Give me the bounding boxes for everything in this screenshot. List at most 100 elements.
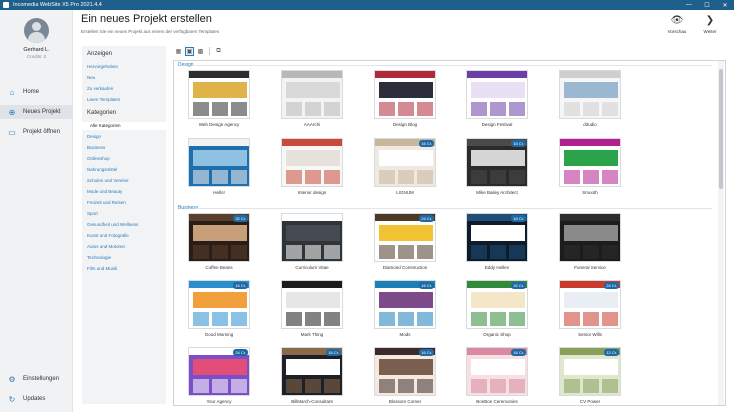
- template-tile[interactable]: Web Design Agency: [188, 70, 250, 127]
- template-thumbnail[interactable]: 16 Cr.: [466, 347, 528, 396]
- template-tile[interactable]: Mark Thing: [281, 280, 343, 337]
- template-tile[interactable]: 16 Cr. LIGNUM: [374, 138, 436, 195]
- category-item[interactable]: Mode und Beauty: [87, 189, 122, 194]
- category-item[interactable]: Sport: [87, 211, 98, 216]
- display-item[interactable]: Hervorgehoben: [87, 64, 118, 69]
- category-item[interactable]: Schulen und Vereine: [87, 178, 129, 183]
- template-tile[interactable]: Smooth: [559, 138, 621, 195]
- template-thumbnail[interactable]: [188, 70, 250, 119]
- template-tile[interactable]: 12 Cr. CV Power: [559, 347, 621, 404]
- gallery-scrollbar[interactable]: [718, 61, 724, 405]
- template-tile[interactable]: Funeral Service: [559, 213, 621, 270]
- template-tile[interactable]: 32 Cr. Coffee Beans: [188, 213, 250, 270]
- category-item[interactable]: Onlineshop: [87, 156, 110, 161]
- thumbnail-block: [490, 102, 506, 116]
- template-name: Funeral Service: [574, 265, 606, 270]
- template-name: BillMarch-Consultant: [291, 399, 333, 404]
- copy-template-icon[interactable]: ⧉: [214, 47, 223, 56]
- template-name: Mark Thing: [300, 332, 324, 337]
- template-thumbnail[interactable]: 16 Cr.: [281, 347, 343, 396]
- template-thumbnail[interactable]: 24 Cr.: [374, 213, 436, 262]
- thumbnail-hero: [471, 82, 525, 98]
- template-tile[interactable]: 16 Cr. BillMarch-Consultant: [281, 347, 343, 404]
- template-tile[interactable]: 16 Cr. Mike Bailey Architect: [466, 138, 528, 195]
- template-tile[interactable]: Curriculum Vitae: [281, 213, 343, 270]
- template-thumbnail[interactable]: 24 Cr.: [188, 347, 250, 396]
- thumbnail-block: [231, 170, 247, 184]
- template-tile[interactable]: 16 Cr. Blossom Corner: [374, 347, 436, 404]
- template-tile[interactable]: 24 Cr. Senior Wills: [559, 280, 621, 337]
- avatar[interactable]: [24, 18, 49, 43]
- next-button[interactable]: ❯ Weiter: [698, 15, 722, 34]
- category-item[interactable]: Freizeit und Reisen: [87, 200, 126, 205]
- template-thumbnail[interactable]: 32 Cr.: [466, 280, 528, 329]
- template-thumbnail[interactable]: 24 Cr.: [559, 280, 621, 329]
- template-thumbnail[interactable]: 16 Cr.: [188, 280, 250, 329]
- close-button[interactable]: ✕: [716, 0, 734, 10]
- nav-open-project[interactable]: ▭ Projekt öffnen: [0, 125, 73, 139]
- category-item-all[interactable]: Alle Kategorien: [82, 122, 166, 130]
- thumbnail-block: [379, 245, 395, 259]
- category-item[interactable]: Autos und Motoren: [87, 244, 125, 249]
- template-thumbnail[interactable]: [281, 213, 343, 262]
- nav-home[interactable]: ⌂ Home: [0, 85, 73, 99]
- medium-thumbnails-icon[interactable]: ▣: [185, 46, 194, 56]
- maximize-button[interactable]: ☐: [698, 0, 716, 10]
- nav-new-project[interactable]: ⊕ Neues Projekt: [0, 105, 73, 119]
- minimize-button[interactable]: —: [680, 0, 698, 10]
- display-item[interactable]: Neu: [87, 75, 95, 80]
- template-thumbnail[interactable]: [559, 70, 621, 119]
- template-tile[interactable]: 16 Cr. BonBon Ceremonies: [466, 347, 528, 404]
- thumbnail-hero: [471, 225, 525, 241]
- category-item[interactable]: Nahrungsmittel: [87, 167, 117, 172]
- template-tile[interactable]: Interior design: [281, 138, 343, 195]
- thumbnail-block: [583, 379, 599, 393]
- thumbnail-block: [324, 102, 340, 116]
- template-thumbnail[interactable]: 16 Cr.: [466, 213, 528, 262]
- display-item[interactable]: Leere Templates: [87, 97, 120, 102]
- small-thumbnails-icon[interactable]: ▦: [174, 47, 183, 56]
- large-thumbnails-icon[interactable]: ▩: [196, 47, 205, 56]
- category-item[interactable]: Gesundheit und Wellness: [87, 222, 138, 227]
- thumbnail-block: [564, 379, 580, 393]
- template-thumbnail[interactable]: [559, 138, 621, 187]
- nav-updates[interactable]: ↻ Updates: [0, 392, 73, 406]
- template-tile[interactable]: 24 Cr. Diamond Construction: [374, 213, 436, 270]
- category-item[interactable]: Design: [87, 134, 101, 139]
- template-thumbnail[interactable]: [466, 70, 528, 119]
- template-thumbnail[interactable]: 32 Cr.: [188, 213, 250, 262]
- template-tile[interactable]: 24 Cr. Your Agency: [188, 347, 250, 404]
- template-tile[interactable]: AAArchi: [281, 70, 343, 127]
- template-thumbnail[interactable]: 16 Cr.: [374, 138, 436, 187]
- template-thumbnail[interactable]: [188, 138, 250, 187]
- template-thumbnail[interactable]: 16 Cr.: [374, 280, 436, 329]
- template-thumbnail[interactable]: [281, 280, 343, 329]
- template-name: AAArchi: [303, 122, 321, 127]
- category-item[interactable]: Business: [87, 145, 105, 150]
- display-item[interactable]: Zu verkaufen: [87, 86, 113, 91]
- template-thumbnail[interactable]: [374, 70, 436, 119]
- template-thumbnail[interactable]: [281, 70, 343, 119]
- preview-button[interactable]: 👁 Vorschau: [665, 15, 689, 34]
- category-item[interactable]: Film und Musik: [87, 266, 117, 271]
- template-tile[interactable]: Hello!: [188, 138, 250, 195]
- nav-settings[interactable]: ⚙ Einstellungen: [0, 372, 73, 386]
- category-item[interactable]: Technologie: [87, 255, 111, 260]
- template-thumbnail[interactable]: [281, 138, 343, 187]
- template-thumbnail[interactable]: 16 Cr.: [374, 347, 436, 396]
- thumbnail-block: [417, 312, 433, 326]
- template-tile[interactable]: 16 Cr. Eddy Hellen: [466, 213, 528, 270]
- category-item[interactable]: Kunst und Fotografie: [87, 233, 129, 238]
- template-thumbnail[interactable]: 12 Cr.: [559, 347, 621, 396]
- template-tile[interactable]: 32 Cr. Organic Shop: [466, 280, 528, 337]
- template-tile[interactable]: d3udio: [559, 70, 621, 127]
- template-tile[interactable]: Design Festival: [466, 70, 528, 127]
- template-thumbnail[interactable]: 16 Cr.: [466, 138, 528, 187]
- template-tile[interactable]: 16 Cr. Mods: [374, 280, 436, 337]
- template-tile[interactable]: 16 Cr. Good Morning: [188, 280, 250, 337]
- thumbnail-hero: [286, 150, 340, 166]
- scrollbar-thumb[interactable]: [719, 69, 723, 189]
- template-thumbnail[interactable]: [559, 213, 621, 262]
- thumbnail-hero: [286, 359, 340, 375]
- template-tile[interactable]: Design Blog: [374, 70, 436, 127]
